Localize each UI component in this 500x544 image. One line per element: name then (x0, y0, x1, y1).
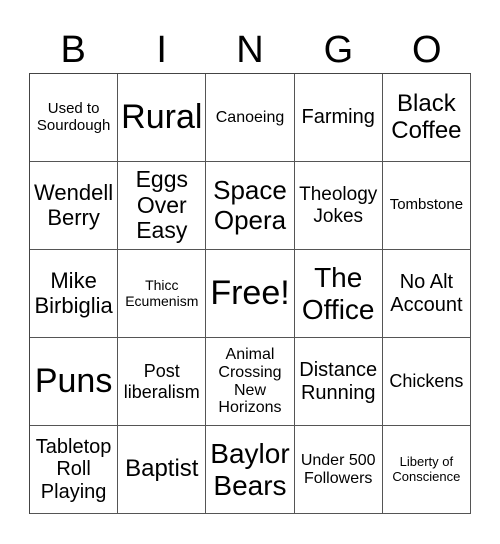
bingo-cell[interactable]: Rural (118, 74, 207, 162)
bingo-cell[interactable]: Baptist (118, 426, 207, 514)
bingo-cell[interactable]: Distance Running (294, 338, 383, 426)
bingo-cell[interactable]: Chickens (382, 338, 471, 426)
bingo-cell[interactable]: Used to Sourdough (30, 74, 119, 162)
bingo-cell[interactable]: Eggs Over Easy (118, 162, 207, 250)
bingo-cell[interactable]: Farming (294, 74, 383, 162)
bingo-cell[interactable]: Space Opera (206, 162, 295, 250)
bingo-cell[interactable]: Theology Jokes (294, 162, 383, 250)
bingo-cell[interactable]: Wendell Berry (30, 162, 119, 250)
bingo-cell[interactable]: Liberty of Conscience (382, 426, 471, 514)
header-letter-n: N (236, 29, 264, 71)
header-letter-o: O (412, 29, 442, 71)
bingo-cell[interactable]: Tombstone (382, 162, 471, 250)
bingo-cell[interactable]: Animal Crossing New Horizons (206, 338, 295, 426)
bingo-cell[interactable]: The Office (294, 250, 383, 338)
bingo-cell[interactable]: No Alt Account (382, 250, 471, 338)
header-letter-g: G (323, 29, 354, 71)
bingo-cell[interactable]: Canoeing (206, 74, 295, 162)
bingo-cell[interactable]: Baylor Bears (206, 426, 295, 514)
bingo-cell[interactable]: Post liberalism (118, 338, 207, 426)
bingo-cell[interactable]: Thicc Ecumenism (118, 250, 207, 338)
bingo-grid: Used to Sourdough Rural Canoeing Farming… (29, 73, 471, 514)
header-letter-i: I (156, 29, 167, 71)
free-space-cell[interactable]: Free! (206, 250, 295, 338)
bingo-cell[interactable]: Puns (30, 338, 119, 426)
bingo-header: B I N G O (29, 28, 471, 72)
bingo-cell[interactable]: Tabletop Roll Playing (30, 426, 119, 514)
bingo-cell[interactable]: Under 500 Followers (294, 426, 383, 514)
bingo-cell[interactable]: Mike Birbiglia (30, 250, 119, 338)
header-letter-b: B (60, 29, 86, 71)
bingo-cell[interactable]: Black Coffee (382, 74, 471, 162)
